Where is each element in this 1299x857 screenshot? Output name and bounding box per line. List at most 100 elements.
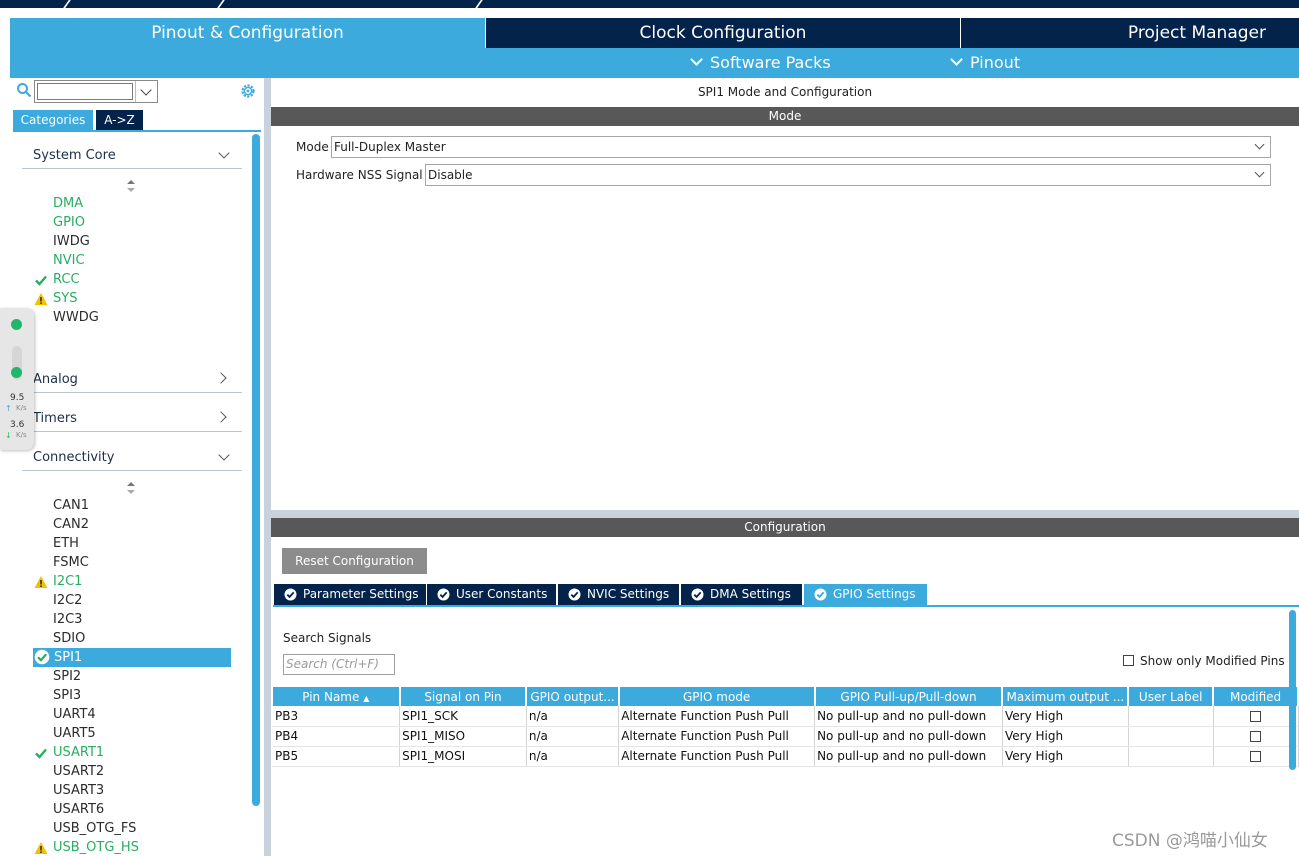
column-header-pin-name[interactable]: Pin Name ▲ (273, 687, 401, 706)
software-packs-menu[interactable]: Software Packs (690, 53, 831, 73)
category-item-label: UART4 (53, 707, 96, 722)
modified-checkbox[interactable] (1250, 751, 1262, 762)
category-search-input[interactable] (37, 83, 133, 100)
table-row[interactable]: PB5 SPI1_MOSI n/a Alternate Function Pus… (273, 746, 1299, 767)
modified-checkbox[interactable] (1250, 710, 1262, 722)
tab-user-constants[interactable]: User Constants (427, 584, 556, 605)
search-signals-label: Search Signals (283, 631, 372, 645)
upload-arrow-icon: ↑ (5, 404, 12, 413)
chevron-down-icon (1254, 139, 1265, 150)
tab-nvic-settings[interactable]: NVIC Settings (558, 584, 679, 605)
category-item-label: SYS (53, 291, 78, 306)
category-item-label: SPI1 (54, 650, 83, 665)
tab-gpio-settings[interactable]: GPIO Settings (804, 584, 927, 605)
show-modified-label: Show only Modified Pins (1140, 654, 1285, 668)
network-speed-widget[interactable]: 9.5 K/s ↑ 3.6 K/s ↓ (0, 308, 34, 450)
category-header-analog[interactable]: Analog (33, 370, 78, 390)
hardware-nss-label: Hardware NSS Signal (296, 168, 423, 182)
upload-unit: K/s (16, 404, 27, 412)
mode-select[interactable]: Full-Duplex Master (331, 136, 1271, 158)
column-header-modified[interactable]: Modified (1213, 687, 1299, 706)
column-header-max-output[interactable]: Maximum output ... (1002, 687, 1130, 706)
tab-dma-settings[interactable]: DMA Settings (681, 584, 802, 605)
category-item-wwdg[interactable]: WWDG (53, 308, 99, 327)
column-header-gpio-mode[interactable]: GPIO mode (618, 687, 816, 706)
categories-view-button[interactable]: Categories (13, 110, 93, 130)
category-item-usart1[interactable]: USART1 (53, 743, 104, 762)
category-item-label: DMA (53, 196, 84, 211)
table-row[interactable]: PB4 SPI1_MISO n/a Alternate Function Pus… (273, 726, 1299, 747)
column-header-gpio-output[interactable]: GPIO output... (526, 687, 620, 706)
category-item-nvic[interactable]: NVIC (53, 251, 85, 270)
category-item-usb-otg-hs[interactable]: USB_OTG_HS (53, 838, 139, 857)
show-modified-checkbox[interactable] (1123, 655, 1134, 666)
tab-parameter-settings[interactable]: Parameter Settings (274, 584, 426, 605)
category-item-sys[interactable]: SYS (53, 289, 77, 308)
a-to-z-view-button[interactable]: A->Z (96, 110, 143, 130)
category-item-gpio[interactable]: GPIO (53, 213, 85, 232)
tab-clock-configuration[interactable]: Clock Configuration (486, 18, 960, 48)
category-item-usb-otg-fs[interactable]: USB_OTG_FS (53, 819, 136, 838)
tab-project-manager[interactable]: Project Manager (961, 18, 1299, 48)
sub-menu-bar (10, 48, 1299, 78)
pinout-menu[interactable]: Pinout (950, 53, 1020, 73)
category-item-label: UART5 (53, 726, 96, 741)
category-header-connectivity[interactable]: Connectivity (33, 448, 114, 468)
search-signals-input[interactable]: Search (Ctrl+F) (283, 654, 395, 675)
modified-checkbox[interactable] (1250, 731, 1262, 742)
cell-user-label (1128, 706, 1214, 727)
category-item-label: NVIC (53, 253, 85, 268)
category-item-i2c2[interactable]: I2C2 (53, 591, 82, 610)
category-item-label: ETH (53, 536, 79, 551)
category-item-spi1[interactable]: SPI1 (33, 648, 231, 667)
category-item-iwdg[interactable]: IWDG (53, 232, 90, 251)
check-circle-icon (814, 588, 827, 601)
category-item-fsmc[interactable]: FSMC (53, 553, 89, 572)
cell-pull: No pull-up and no pull-down (814, 746, 1003, 767)
tab-pinout-configuration[interactable]: Pinout & Configuration (10, 18, 485, 48)
sort-icon[interactable] (126, 482, 136, 494)
hardware-nss-select[interactable]: Disable (425, 164, 1271, 186)
watermark: CSDN @鸿喵小仙女 (1112, 831, 1268, 851)
category-item-usart2[interactable]: USART2 (53, 762, 104, 781)
category-divider (22, 168, 242, 169)
sort-ascending-icon: ▲ (363, 693, 370, 703)
category-item-uart4[interactable]: UART4 (53, 705, 96, 724)
category-search-combobox[interactable] (34, 80, 158, 103)
panel-splitter[interactable] (264, 78, 271, 856)
column-header-signal[interactable]: Signal on Pin (399, 687, 528, 706)
category-item-can2[interactable]: CAN2 (53, 515, 89, 534)
category-item-can1[interactable]: CAN1 (53, 496, 89, 515)
column-header-user-label[interactable]: User Label (1128, 687, 1215, 706)
cell-pin-name: PB3 (273, 706, 401, 727)
category-item-usart6[interactable]: USART6 (53, 800, 104, 819)
configuration-section-header: Configuration (271, 518, 1299, 537)
category-item-spi2[interactable]: SPI2 (53, 667, 81, 686)
search-icon[interactable] (16, 82, 32, 98)
table-row[interactable]: PB3 SPI1_SCK n/a Alternate Function Push… (273, 706, 1299, 727)
horizontal-splitter[interactable] (271, 510, 1299, 518)
category-header-system-core[interactable]: System Core (33, 146, 116, 166)
category-item-sdio[interactable]: SDIO (53, 629, 85, 648)
category-item-dma[interactable]: DMA (53, 194, 83, 213)
category-item-label: I2C3 (53, 612, 83, 627)
category-item-eth[interactable]: ETH (53, 534, 79, 553)
category-item-rcc[interactable]: RCC (53, 270, 80, 289)
category-item-i2c1[interactable]: I2C1 (53, 572, 82, 591)
chevron-down-icon[interactable] (135, 81, 157, 102)
view-tabs-underline (13, 130, 261, 132)
category-item-spi3[interactable]: SPI3 (53, 686, 81, 705)
sort-icon[interactable] (126, 180, 136, 192)
category-header-timers[interactable]: Timers (33, 409, 77, 429)
cell-pin-name: PB5 (273, 746, 401, 767)
warning-icon (34, 293, 48, 305)
category-item-i2c3[interactable]: I2C3 (53, 610, 82, 629)
gear-icon[interactable] (239, 82, 257, 100)
category-item-uart5[interactable]: UART5 (53, 724, 96, 743)
reset-configuration-button[interactable]: Reset Configuration (282, 548, 427, 574)
column-header-pull[interactable]: GPIO Pull-up/Pull-down (814, 687, 1004, 706)
category-scrollbar-thumb[interactable] (252, 134, 260, 806)
category-item-usart3[interactable]: USART3 (53, 781, 104, 800)
gpio-scrollbar-thumb[interactable] (1289, 610, 1296, 770)
cell-modified (1213, 726, 1299, 747)
